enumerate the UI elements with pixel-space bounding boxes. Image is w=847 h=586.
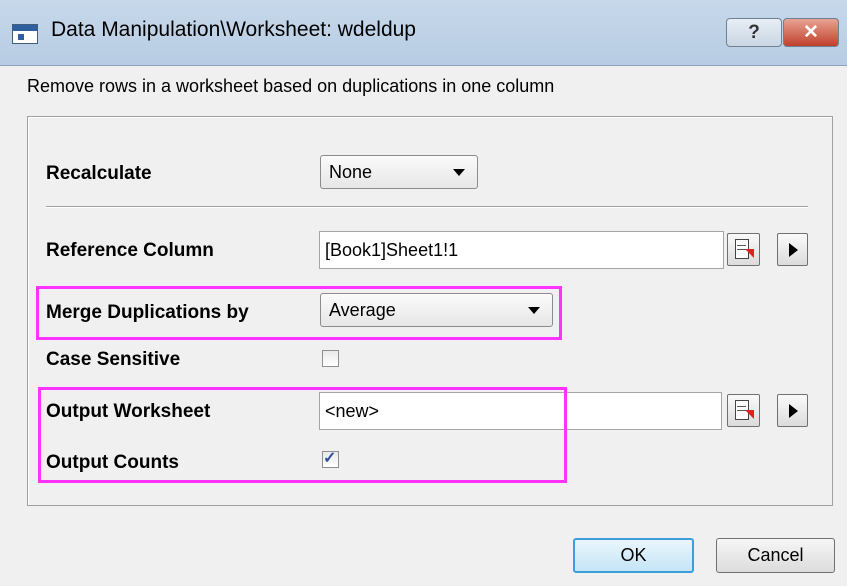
output-counts-label: Output Counts: [46, 452, 179, 473]
expand-arrow-icon[interactable]: [777, 233, 808, 266]
chevron-down-icon: [528, 307, 540, 314]
recalculate-label: Recalculate: [46, 163, 152, 184]
separator: [46, 206, 808, 208]
title-bar: Data Manipulation\Worksheet: wdeldup ? ✕: [0, 0, 847, 66]
output-worksheet-input[interactable]: <new>: [319, 392, 722, 430]
help-button[interactable]: ?: [726, 18, 782, 47]
recalculate-select[interactable]: None: [320, 155, 478, 189]
app-window-icon: [12, 24, 38, 44]
select-worksheet-picker-icon[interactable]: [727, 394, 760, 427]
cancel-button[interactable]: Cancel: [716, 538, 835, 573]
merge-duplications-label: Merge Duplications by: [46, 302, 249, 323]
dialog-description: Remove rows in a worksheet based on dupl…: [27, 76, 555, 96]
select-column-picker-icon[interactable]: [727, 233, 760, 266]
merge-duplications-select[interactable]: Average: [320, 293, 553, 327]
output-worksheet-label: Output Worksheet: [46, 401, 211, 422]
reference-column-input[interactable]: [Book1]Sheet1!1: [319, 231, 724, 269]
reference-column-label: Reference Column: [46, 240, 214, 261]
case-sensitive-checkbox[interactable]: [322, 350, 339, 367]
close-button[interactable]: ✕: [783, 18, 839, 47]
merge-duplications-value: Average: [329, 300, 396, 320]
expand-arrow-icon[interactable]: [777, 394, 808, 427]
window-title: Data Manipulation\Worksheet: wdeldup: [51, 18, 416, 41]
case-sensitive-label: Case Sensitive: [46, 349, 181, 370]
output-counts-checkbox[interactable]: ✓: [322, 450, 339, 468]
checkmark-icon: ✓: [323, 450, 337, 467]
recalculate-value: None: [329, 162, 373, 182]
ok-button[interactable]: OK: [573, 538, 694, 573]
chevron-down-icon: [453, 169, 465, 176]
